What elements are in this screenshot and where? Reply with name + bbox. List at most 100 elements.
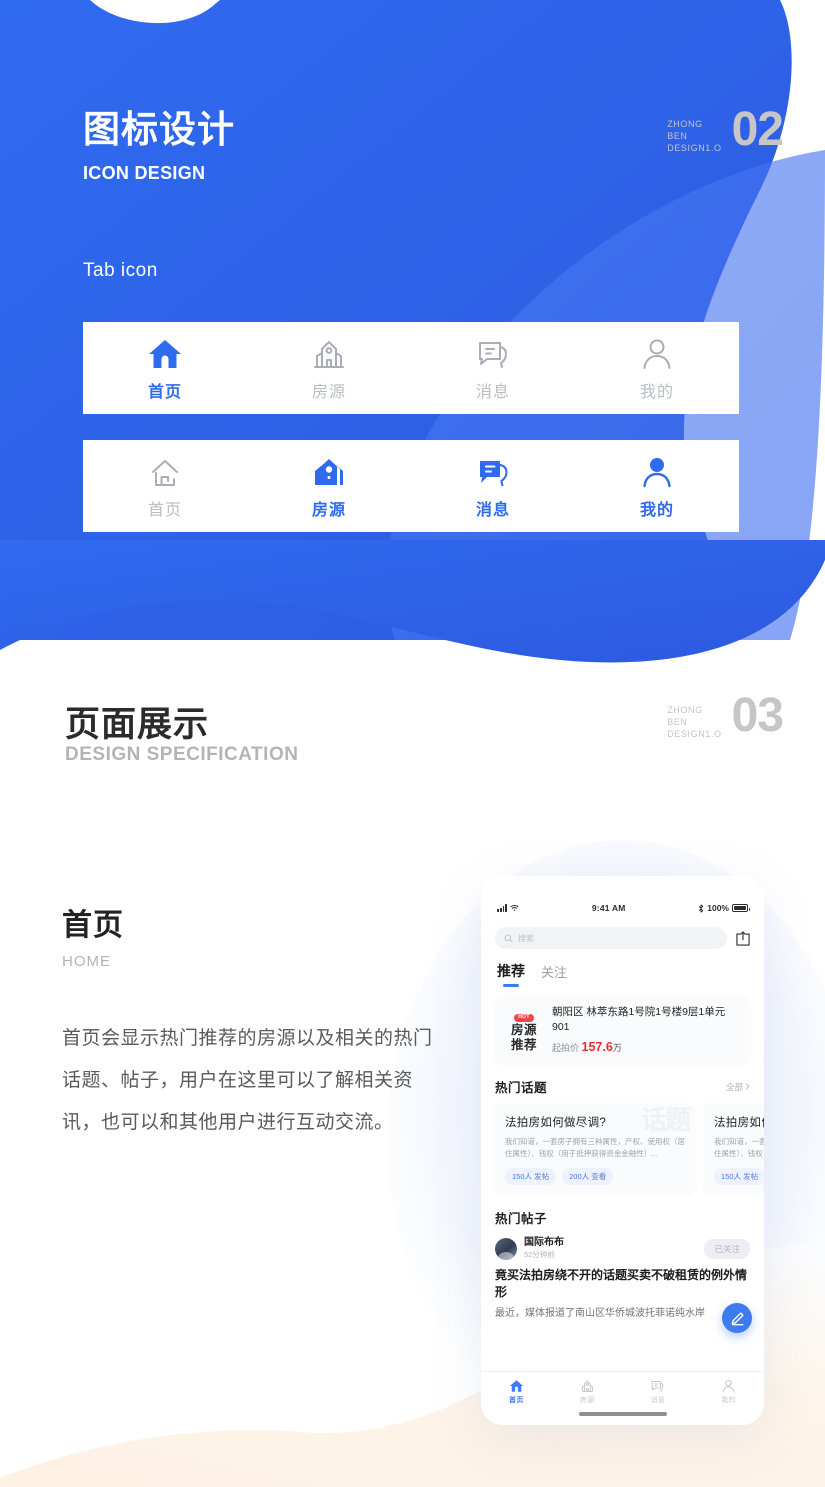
tabbar2-item-house[interactable]: 房源	[247, 453, 411, 520]
phone-mockup: 9:41 AM 100% 搜索 推荐 关注 HOT 房源 推荐 朝阳区 林萃东路…	[481, 876, 764, 1425]
tabbar1-item-home[interactable]: 首页	[83, 335, 247, 402]
status-left	[497, 904, 519, 912]
section-03-title-en: DESIGN SPECIFICATION	[65, 744, 299, 765]
listing-info: 朝阳区 林萃东路1号院1号楼9层1单元901 起拍价 157.6万	[552, 1005, 740, 1054]
listing-price-label: 起拍价	[552, 1043, 580, 1053]
follow-button[interactable]: 已关注	[704, 1238, 750, 1259]
topic-title: 法拍房如何做尽调?	[505, 1117, 607, 1129]
topic-card[interactable]: 话题 法拍房如何做尽调? 我们知道，一套房子拥有三种属性，产权、使用权（居住属性…	[704, 1104, 764, 1194]
listing-badge-line1: 房源	[510, 1023, 537, 1037]
user-profile-icon	[639, 453, 675, 489]
tabbar1-item-profile[interactable]: 我的	[575, 335, 739, 402]
phone-search-row: 搜索	[495, 927, 750, 949]
share-icon[interactable]	[736, 930, 750, 946]
tabbar1-label-house: 房源	[311, 383, 346, 401]
tabbar2-label-home: 首页	[147, 501, 182, 519]
tabbar2-item-message[interactable]: 消息	[411, 453, 575, 520]
phone-tab-message[interactable]: 消息	[623, 1379, 694, 1405]
listing-badge-line2: 推荐	[510, 1038, 537, 1052]
topic-tag-posts-label: 发帖	[743, 1172, 759, 1181]
post-time: 52分钟前	[524, 1250, 555, 1259]
section-02-sub-line2: BEN	[667, 131, 688, 141]
hot-badge: HOT	[514, 1013, 534, 1022]
home-description-text: 首页会显示热门推荐的房源以及相关的热门话题、帖子，用户在这里可以了解相关资讯，也…	[62, 1028, 433, 1133]
chevron-right-icon	[745, 1083, 750, 1090]
section-02-number: 02	[731, 103, 784, 156]
home-icon	[509, 1380, 523, 1392]
post-title[interactable]: 竟买法拍房绕不开的话题买卖不破租赁的例外情形	[495, 1267, 750, 1301]
section-02-number-subtext: ZHONG BEN DESIGN1.O	[667, 106, 721, 154]
hot-posts-header: 热门帖子	[495, 1208, 750, 1227]
hot-posts-heading: 热门帖子	[495, 1212, 548, 1226]
tabbar-row-2: 首页 房源 消息 我的	[83, 440, 739, 532]
tabbar2-item-profile[interactable]: 我的	[575, 453, 739, 520]
signal-icon	[497, 904, 508, 912]
topic-description: 我们知道，一套房子拥有三种属性，产权、使用权（居住属性）、钱权（用于抵押获得资金…	[714, 1137, 764, 1158]
home-title-cn: 首页	[62, 909, 124, 942]
tabbar2-label-profile: 我的	[639, 501, 674, 519]
topic-tag-posts-label: 发帖	[534, 1172, 550, 1181]
search-input[interactable]: 搜索	[495, 927, 727, 949]
phone-tab-house[interactable]: 房源	[552, 1379, 623, 1405]
topic-description: 我们知道，一套房子拥有三种属性，产权、使用权（居住属性）、钱权（用于抵押获得资金…	[505, 1137, 685, 1158]
hot-topics-more-label: 全部	[725, 1081, 743, 1092]
battery-icon	[732, 904, 750, 912]
section-02-title-cn: 图标设计	[83, 109, 235, 150]
post-author-meta: 国际布布 52分钟前	[524, 1237, 564, 1260]
house-listing-icon	[581, 1380, 593, 1392]
listing-price-unit: 万	[612, 1043, 622, 1053]
home-icon	[147, 453, 183, 489]
phone-feed-tabs: 推荐 关注	[497, 961, 748, 987]
listing-recommend-card[interactable]: HOT 房源 推荐 朝阳区 林萃东路1号院1号楼9层1单元901 起拍价 157…	[495, 996, 750, 1063]
status-time: 9:41 AM	[591, 903, 626, 913]
post-body: 最近，媒体报道了南山区华侨城波托菲诺纯水岸	[495, 1308, 705, 1319]
bluetooth-icon	[699, 903, 704, 913]
section-03-title-cn: 页面展示	[65, 705, 210, 744]
message-icon	[475, 335, 511, 371]
phone-bottom-tabbar: 首页 房源 消息 我的	[481, 1371, 764, 1425]
section-03-number-block: ZHONG BEN DESIGN1.O 03	[667, 689, 784, 742]
avatar[interactable]	[495, 1237, 517, 1260]
post-author-name: 国际布布	[524, 1237, 564, 1248]
section-icon-design: 图标设计 ICON DESIGN ZHONG BEN DESIGN1.O 02 …	[0, 0, 825, 640]
compose-fab-button[interactable]	[722, 1303, 752, 1333]
section-03-number-subtext: ZHONG BEN DESIGN1.O	[667, 692, 721, 740]
phone-tab-profile[interactable]: 我的	[693, 1379, 764, 1405]
phone-tab-home-label: 首页	[508, 1397, 524, 1404]
phone-tab-message-label: 消息	[650, 1397, 666, 1404]
home-description-block: 首页 HOME 首页会显示热门推荐的房源以及相关的热门话题、帖子，用户在这里可以…	[62, 900, 442, 1144]
tabbar2-label-house: 房源	[311, 501, 346, 519]
tabbar-row-1: 首页 房源 消息 我的	[83, 322, 739, 414]
topic-tag-posts: 150人 发帖	[505, 1168, 557, 1185]
phone-tab-home[interactable]: 首页	[481, 1379, 552, 1405]
user-profile-icon	[722, 1379, 735, 1393]
tabbar2-label-message: 消息	[475, 501, 510, 519]
phone-tab-profile-label: 我的	[721, 1397, 737, 1404]
house-listing-icon	[311, 335, 347, 371]
tabbar2-item-home[interactable]: 首页	[83, 453, 247, 520]
tab-icon-label: Tab icon	[83, 260, 158, 281]
message-icon	[475, 453, 511, 489]
tabbar1-item-house[interactable]: 房源	[247, 335, 411, 402]
hot-topics-header: 热门话题 全部	[495, 1077, 750, 1096]
section-02-number-block: ZHONG BEN DESIGN1.O 02	[667, 103, 784, 156]
topic-tags: 150人 发帖 200人 查看	[714, 1168, 764, 1185]
search-placeholder: 搜索	[518, 933, 534, 943]
feed-tab-follow[interactable]: 关注	[541, 962, 567, 987]
user-profile-icon	[639, 335, 675, 371]
phone-tab-house-label: 房源	[579, 1397, 595, 1404]
edit-pencil-icon	[731, 1311, 744, 1325]
listing-price-row: 起拍价 157.6万	[552, 1040, 740, 1054]
home-indicator	[578, 1412, 667, 1416]
wifi-icon	[510, 905, 519, 911]
section-02-sub-line1: ZHONG	[667, 119, 703, 129]
tabbar1-item-message[interactable]: 消息	[411, 335, 575, 402]
topic-title: 法拍房如何做尽调?	[714, 1117, 764, 1129]
section-03-number: 03	[731, 689, 784, 742]
topic-card[interactable]: 话题 法拍房如何做尽调? 我们知道，一套房子拥有三种属性，产权、使用权（居住属性…	[495, 1104, 695, 1194]
poster-page: 图标设计 ICON DESIGN ZHONG BEN DESIGN1.O 02 …	[0, 0, 825, 1487]
topic-tag-posts-count: 150人	[512, 1172, 533, 1181]
hot-topics-more-link[interactable]: 全部	[726, 1081, 750, 1093]
feed-tab-recommend[interactable]: 推荐	[497, 961, 525, 987]
section-03-sub-line3: DESIGN1.O	[667, 729, 722, 739]
